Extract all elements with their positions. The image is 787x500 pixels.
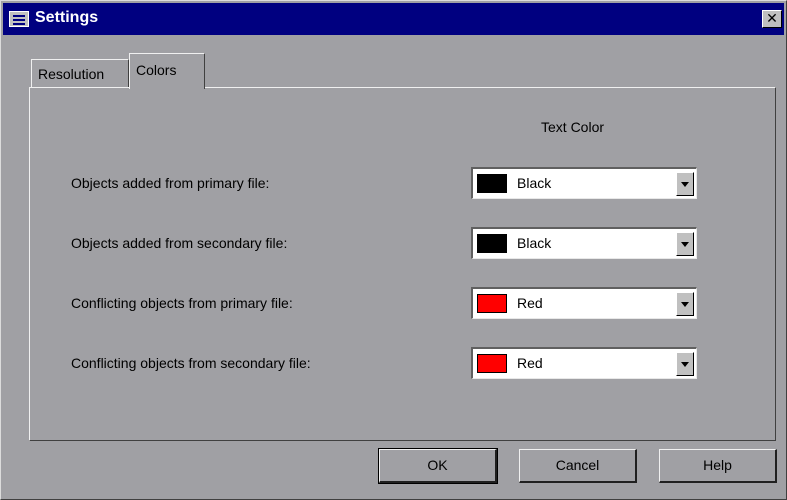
cancel-button[interactable]: Cancel	[519, 449, 637, 483]
window-settings-icon[interactable]	[9, 11, 29, 27]
row-label-primary-conflicting: Conflicting objects from primary file:	[71, 295, 293, 311]
tab-resolution[interactable]: Resolution	[31, 59, 129, 87]
colors-tab-panel	[29, 87, 776, 441]
chevron-down-icon[interactable]	[676, 232, 694, 256]
color-select-primary-added[interactable]: Black	[471, 167, 697, 199]
tab-resolution-label: Resolution	[38, 66, 105, 82]
chevron-down-icon[interactable]	[676, 172, 694, 196]
help-button[interactable]: Help	[659, 449, 777, 483]
tab-colors[interactable]: Colors	[129, 53, 205, 89]
settings-dialog: Settings ✕ Resolution Colors Text Color …	[0, 0, 787, 500]
close-icon[interactable]: ✕	[762, 10, 782, 28]
color-select-primary-conflicting[interactable]: Red	[471, 287, 697, 319]
selected-color: Black	[517, 175, 552, 191]
text-color-header: Text Color	[541, 119, 605, 135]
color-select-secondary-added[interactable]: Black	[471, 227, 697, 259]
selected-color: Red	[517, 295, 543, 311]
selected-color: Black	[517, 235, 552, 251]
color-swatch	[477, 234, 507, 253]
tab-colors-label: Colors	[136, 62, 177, 78]
row-label-secondary-conflicting: Conflicting objects from secondary file:	[71, 355, 311, 371]
selected-color: Red	[517, 355, 543, 371]
color-swatch	[477, 174, 507, 193]
color-swatch	[477, 294, 507, 313]
ok-button[interactable]: OK	[378, 448, 498, 484]
chevron-down-icon[interactable]	[676, 352, 694, 376]
row-label-primary-added: Objects added from primary file:	[71, 175, 270, 191]
row-label-secondary-added: Objects added from secondary file:	[71, 235, 288, 251]
chevron-down-icon[interactable]	[676, 292, 694, 316]
color-swatch	[477, 354, 507, 373]
color-select-secondary-conflicting[interactable]: Red	[471, 347, 697, 379]
title-bar[interactable]: Settings ✕	[3, 3, 784, 35]
window-title: Settings	[35, 9, 99, 26]
